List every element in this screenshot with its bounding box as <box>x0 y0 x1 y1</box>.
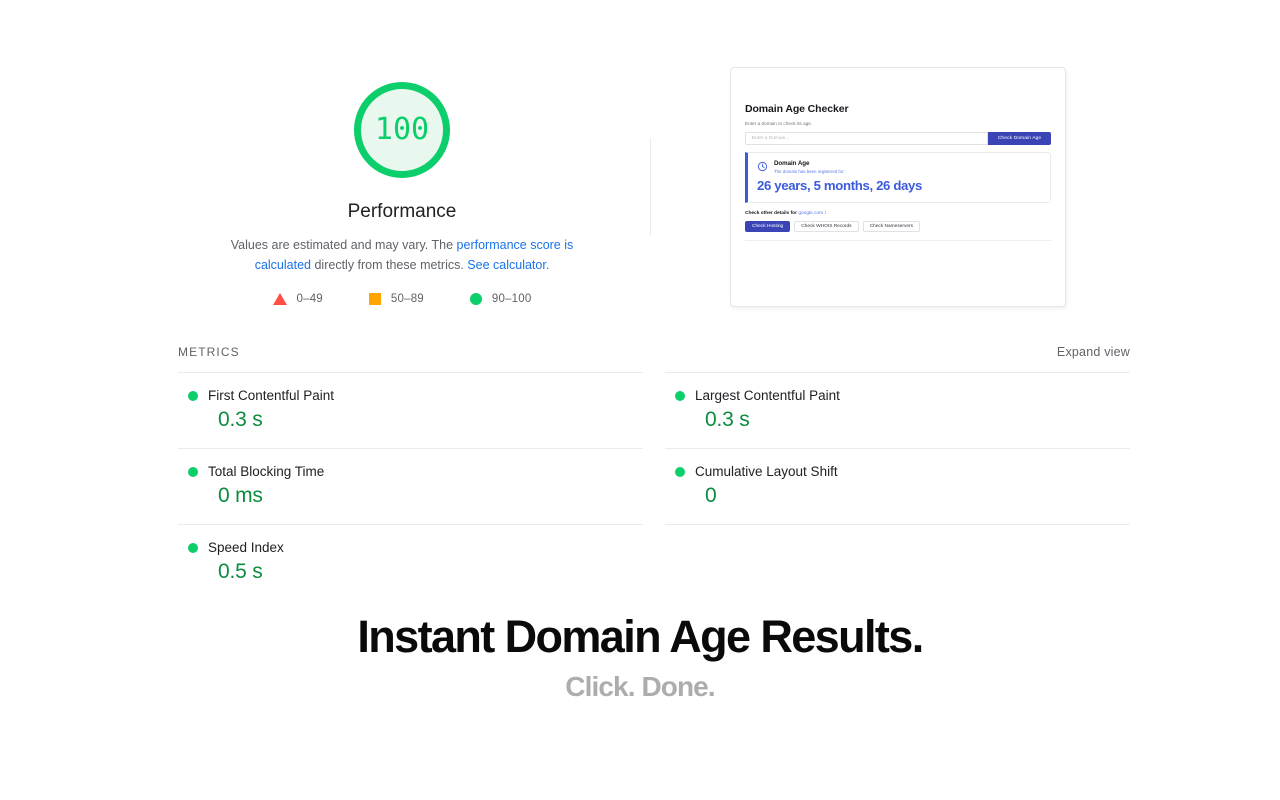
legend-range-fail: 0–49 <box>296 293 323 305</box>
score-description-middle: directly from these metrics. <box>311 258 468 272</box>
metric-name: Largest Contentful Paint <box>695 388 840 403</box>
preview-other-suffix: : <box>823 211 827 216</box>
metric-value: 0.3 s <box>705 408 750 431</box>
metric-label-line: Cumulative Layout Shift <box>665 464 1130 479</box>
legend-item-average: 50–89 <box>368 293 424 305</box>
page-root: 100 Performance Values are estimated and… <box>0 0 1280 800</box>
status-dot-pass-icon <box>188 390 198 401</box>
see-calculator-link[interactable]: See calculator. <box>467 258 549 272</box>
metric-row[interactable]: Speed Index 0.5 s <box>178 524 643 600</box>
preview-result-title: Domain Age <box>774 160 810 167</box>
metrics-column-right: Largest Contentful Paint 0.3 s Cumulativ… <box>665 372 1130 600</box>
hero-section: Instant Domain Age Results. Click. Done. <box>0 606 1280 704</box>
preview-other-details-label: Check other details for google.com : <box>745 211 1051 216</box>
status-dot-pass-icon <box>188 466 198 477</box>
metric-row[interactable]: Total Blocking Time 0 ms <box>178 448 643 524</box>
preview-pill-check-hosting[interactable]: Check Hosting <box>745 221 791 232</box>
preview-action-pills: Check Hosting Check WHOIS Records Check … <box>745 221 1051 232</box>
performance-score-panel: 100 Performance Values are estimated and… <box>178 62 626 305</box>
screenshot-content: Domain Age Checker Enter a domain to che… <box>745 103 1051 241</box>
preview-footer-divider <box>745 240 1051 241</box>
vertical-divider <box>650 138 651 236</box>
preview-domain-form: Enter a Domain... Check Domain Age <box>745 132 1051 145</box>
metric-label-line: First Contentful Paint <box>178 388 643 403</box>
score-description-prefix: Values are estimated and may vary. The <box>230 238 457 252</box>
preview-result-subtitle: The domain has been registered for: <box>774 169 845 174</box>
preview-domain-link[interactable]: google.com <box>798 211 823 216</box>
preview-check-domain-age-button[interactable]: Check Domain Age <box>988 132 1051 145</box>
metric-label-line: Speed Index <box>178 540 643 555</box>
metric-value: 0 <box>705 484 717 507</box>
preview-domain-age-value: 26 years, 5 months, 26 days <box>757 178 923 193</box>
metric-name: Cumulative Layout Shift <box>695 464 838 479</box>
metrics-grid: First Contentful Paint 0.3 s Total Block… <box>178 372 1130 600</box>
preview-result-header: Domain Age The domain has been registere… <box>757 160 1041 174</box>
metric-row[interactable]: Cumulative Layout Shift 0 <box>665 448 1130 525</box>
score-legend: 0–49 50–89 90–100 <box>178 293 626 305</box>
triangle-icon <box>272 293 287 305</box>
metric-value: 0 ms <box>218 484 263 507</box>
preview-other-prefix: Check other details for <box>745 211 799 216</box>
preview-pill-check-whois[interactable]: Check WHOIS Records <box>794 221 859 232</box>
legend-item-fail: 0–49 <box>272 293 323 305</box>
legend-range-average: 50–89 <box>390 293 424 305</box>
metrics-column-left: First Contentful Paint 0.3 s Total Block… <box>178 372 643 600</box>
circle-icon <box>469 293 482 305</box>
metric-name: First Contentful Paint <box>208 388 335 403</box>
metric-value: 0.3 s <box>218 408 263 431</box>
hero-title: Instant Domain Age Results. <box>357 611 924 662</box>
status-dot-pass-icon <box>675 466 685 477</box>
metrics-section: METRICS Expand view First Contentful Pai… <box>178 345 1130 600</box>
preview-domain-input[interactable]: Enter a Domain... <box>745 132 988 145</box>
preview-result-text: Domain Age The domain has been registere… <box>774 160 845 174</box>
metric-name: Total Blocking Time <box>208 464 325 479</box>
performance-summary-section: 100 Performance Values are estimated and… <box>0 0 1280 330</box>
preview-page-subtitle: Enter a domain to check its age. <box>745 121 813 126</box>
preview-page-title: Domain Age Checker <box>745 103 849 115</box>
preview-result-card: Domain Age The domain has been registere… <box>745 152 1051 203</box>
status-dot-pass-icon <box>188 542 198 553</box>
metric-name: Speed Index <box>208 540 284 555</box>
page-screenshot-preview[interactable]: Domain Age Checker Enter a domain to che… <box>730 67 1066 307</box>
square-icon <box>368 293 381 305</box>
metric-row[interactable]: Largest Contentful Paint 0.3 s <box>665 372 1130 448</box>
metric-label-line: Total Blocking Time <box>178 464 643 479</box>
performance-score-value: 100 <box>374 111 430 147</box>
metric-row[interactable]: First Contentful Paint 0.3 s <box>178 372 643 448</box>
metrics-header: METRICS Expand view <box>178 345 1130 372</box>
legend-range-pass: 90–100 <box>491 293 532 305</box>
performance-score-gauge: 100 <box>352 80 452 180</box>
legend-item-pass: 90–100 <box>469 293 532 305</box>
metric-label-line: Largest Contentful Paint <box>665 388 1130 403</box>
score-description: Values are estimated and may vary. The p… <box>202 235 602 275</box>
metric-value: 0.5 s <box>218 560 263 583</box>
hero-subtitle: Click. Done. <box>565 671 715 702</box>
status-dot-pass-icon <box>675 390 685 401</box>
metrics-section-title: METRICS <box>178 345 240 359</box>
expand-view-button[interactable]: Expand view <box>1057 345 1130 359</box>
preview-pill-check-nameservers[interactable]: Check Nameservers <box>862 221 921 232</box>
clock-icon <box>757 161 768 172</box>
performance-score-label: Performance <box>347 201 457 222</box>
